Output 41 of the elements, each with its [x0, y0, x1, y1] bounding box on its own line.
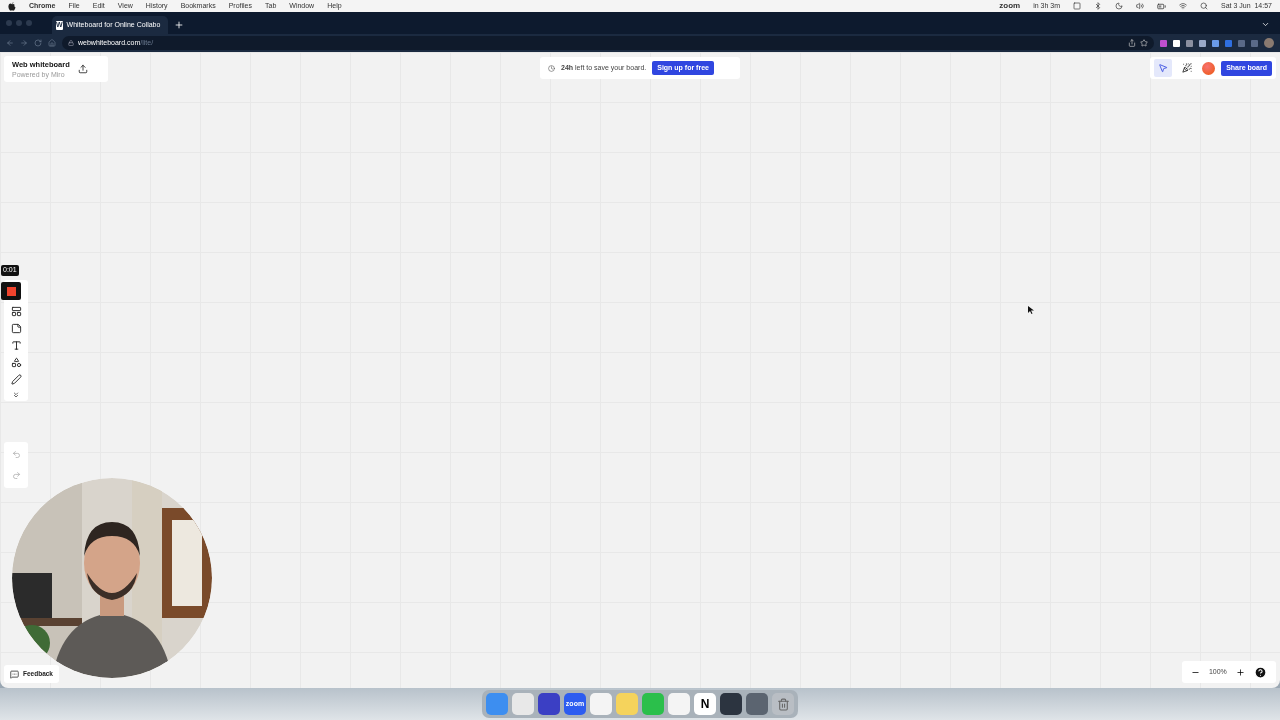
cursor-icon: [1028, 306, 1034, 314]
forward-button[interactable]: [20, 39, 28, 47]
cursor-tool[interactable]: [1154, 59, 1173, 77]
share-icon[interactable]: [1128, 39, 1136, 47]
search-icon[interactable]: [1200, 2, 1208, 10]
text-tool[interactable]: [10, 340, 22, 351]
chat-bubble-icon: [10, 669, 19, 679]
sticky-note-tool[interactable]: [10, 323, 22, 334]
dock-app-icon[interactable]: [538, 693, 560, 715]
dock-app-icon[interactable]: [772, 693, 794, 715]
reload-button[interactable]: [34, 39, 42, 47]
wifi-icon[interactable]: [1179, 2, 1187, 10]
stop-recording-button[interactable]: [1, 282, 21, 300]
bookmark-icon[interactable]: [1140, 39, 1148, 47]
pointer-icon: [1158, 63, 1169, 73]
volume-icon[interactable]: [1136, 2, 1144, 10]
user-avatar[interactable]: [1202, 61, 1216, 75]
apple-icon[interactable]: [8, 1, 16, 11]
moon-icon[interactable]: [1115, 2, 1123, 10]
new-tab-button[interactable]: [174, 20, 184, 30]
dock-app-icon[interactable]: [746, 693, 768, 715]
clock-icon: [548, 64, 555, 72]
frame-tool[interactable]: [10, 306, 22, 317]
dock-app-icon[interactable]: [720, 693, 742, 715]
zoom-status[interactable]: zoom: [999, 0, 1021, 12]
home-button[interactable]: [48, 39, 56, 47]
status-icon[interactable]: [1073, 2, 1081, 10]
tab-list-button[interactable]: [1261, 20, 1270, 29]
shapes-tool[interactable]: [10, 357, 22, 368]
bluetooth-icon[interactable]: [1094, 2, 1102, 10]
party-popper-icon: [1182, 63, 1193, 73]
zoom-in-button[interactable]: [1236, 667, 1246, 677]
profile-avatar[interactable]: [1264, 38, 1274, 48]
battery-icon[interactable]: [1157, 1, 1166, 11]
more-tools-button[interactable]: [12, 391, 20, 399]
dock-app-icon[interactable]: N: [694, 693, 716, 715]
export-button[interactable]: [77, 64, 88, 74]
back-button[interactable]: [6, 39, 14, 47]
pen-tool[interactable]: [10, 374, 22, 385]
help-button[interactable]: [1254, 665, 1268, 679]
lock-icon: [68, 40, 74, 46]
